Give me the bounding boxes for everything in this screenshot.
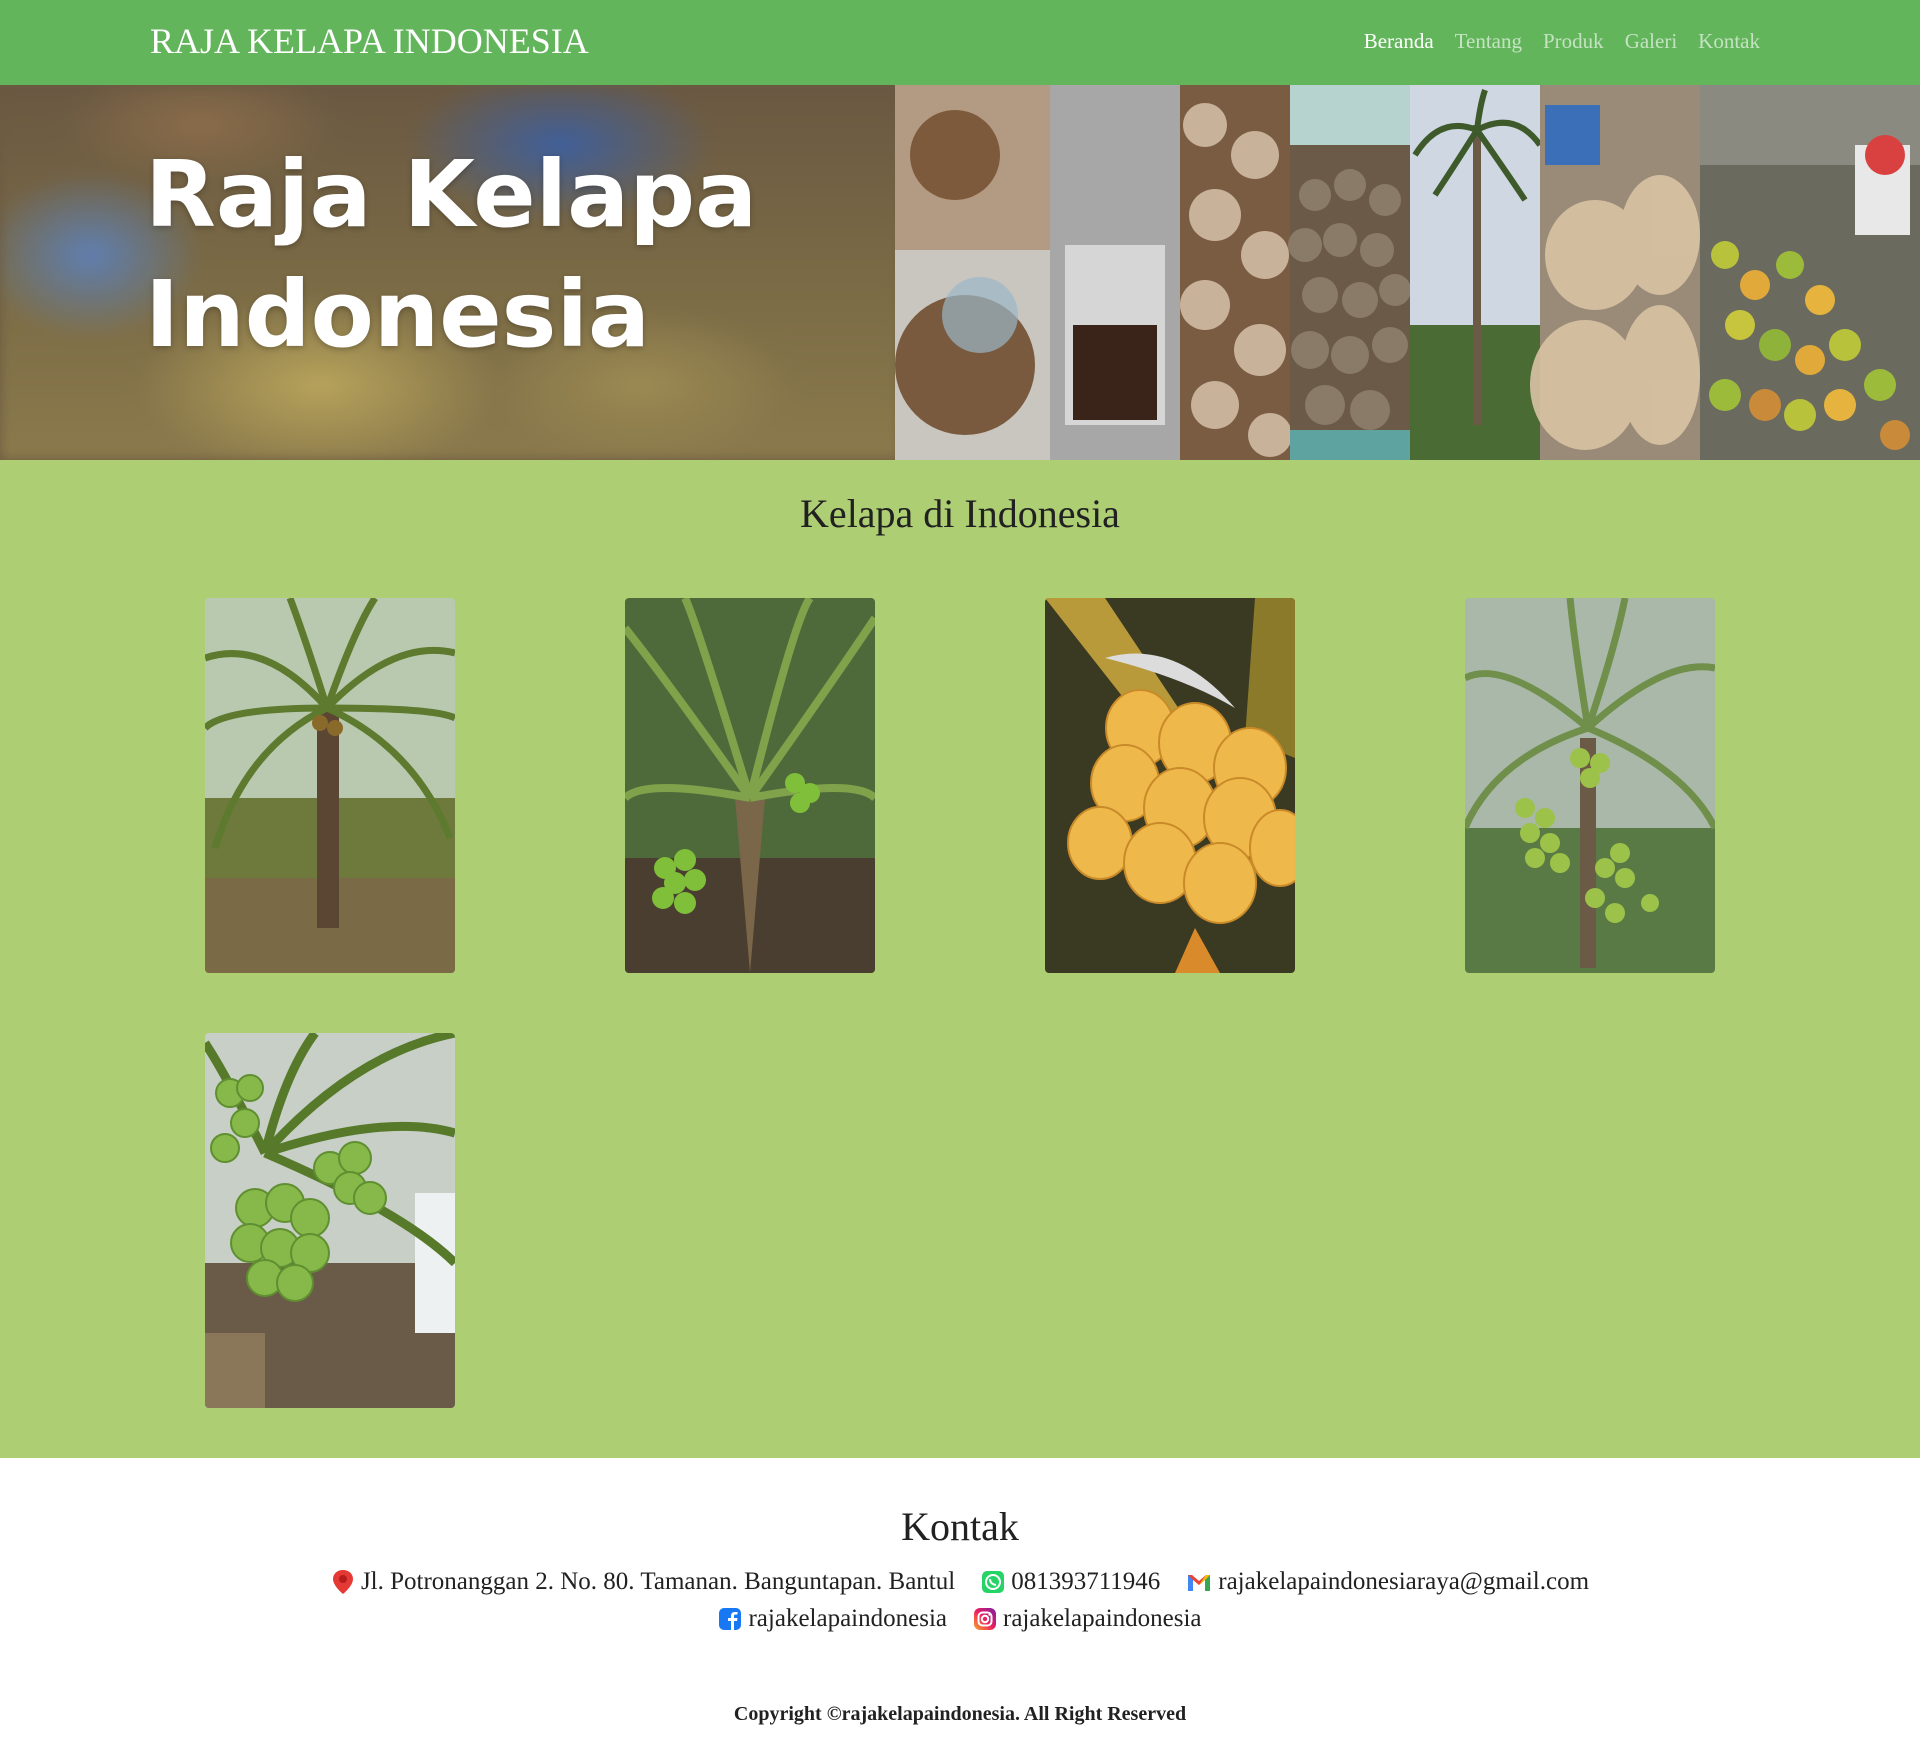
facebook-icon <box>719 1608 742 1630</box>
contact-row-2: rajakelapaindonesia rajakelapaindonesia <box>0 1605 1920 1633</box>
hero-title: Raja Kelapa Indonesia <box>145 141 758 368</box>
contact-row-1: Jl. Potronanggan 2. No. 80. Tamanan. Ban… <box>0 1568 1920 1596</box>
email-address[interactable]: rajakelapaindonesiaraya@gmail.com <box>1218 1568 1589 1596</box>
contact-address: Jl. Potronanggan 2. No. 80. Tamanan. Ban… <box>331 1568 955 1596</box>
hero-banner: Raja Kelapa Indonesia <box>0 85 1920 460</box>
brand-logo[interactable]: RAJA KELAPA INDONESIA <box>150 20 589 62</box>
yellow-coconut-bunch-photo[interactable] <box>1045 598 1295 973</box>
navbar: RAJA KELAPA INDONESIA Beranda Tentang Pr… <box>0 0 1920 85</box>
instagram-handle[interactable]: rajakelapaindonesia <box>1003 1605 1202 1633</box>
coconut-palm-tree-photo-2[interactable] <box>625 598 875 973</box>
gallery-title: Kelapa di Indonesia <box>800 491 1120 536</box>
green-coconut-bunch-photo[interactable] <box>205 1033 455 1408</box>
instagram-icon <box>974 1608 996 1630</box>
whatsapp-icon <box>982 1571 1005 1593</box>
contact-facebook[interactable]: rajakelapaindonesia <box>718 1605 947 1633</box>
contact-phone[interactable]: 081393711946 <box>981 1568 1160 1596</box>
nav-link-produk[interactable]: Produk <box>1543 29 1604 54</box>
gmail-icon <box>1188 1575 1211 1591</box>
coconut-palm-tree-photo-3[interactable] <box>1465 598 1715 973</box>
hero-collage <box>895 85 1920 460</box>
address-text: Jl. Potronanggan 2. No. 80. Tamanan. Ban… <box>360 1568 956 1595</box>
nav-menu: Beranda Tentang Produk Galeri Kontak <box>1364 29 1760 54</box>
facebook-handle[interactable]: rajakelapaindonesia <box>748 1605 947 1633</box>
contact-title: Kontak <box>901 1504 1019 1549</box>
copyright-text: Copyright ©rajakelapaindonesia. All Righ… <box>733 1703 1187 1725</box>
phone-number[interactable]: 081393711946 <box>1011 1568 1160 1596</box>
coconut-palm-tree-photo-1[interactable] <box>205 598 455 973</box>
contact-footer: Kontak Jl. Potronanggan 2. No. 80. Taman… <box>0 1458 1920 1763</box>
gallery-section: Kelapa di Indonesia <box>0 460 1920 1458</box>
nav-link-tentang[interactable]: Tentang <box>1455 29 1522 54</box>
nav-link-beranda[interactable]: Beranda <box>1364 29 1434 54</box>
map-pin-icon <box>332 1570 353 1594</box>
contact-instagram[interactable]: rajakelapaindonesia <box>973 1605 1202 1633</box>
contact-email[interactable]: rajakelapaindonesiaraya@gmail.com <box>1186 1568 1589 1596</box>
nav-link-kontak[interactable]: Kontak <box>1698 29 1760 54</box>
nav-link-galeri[interactable]: Galeri <box>1625 29 1677 54</box>
